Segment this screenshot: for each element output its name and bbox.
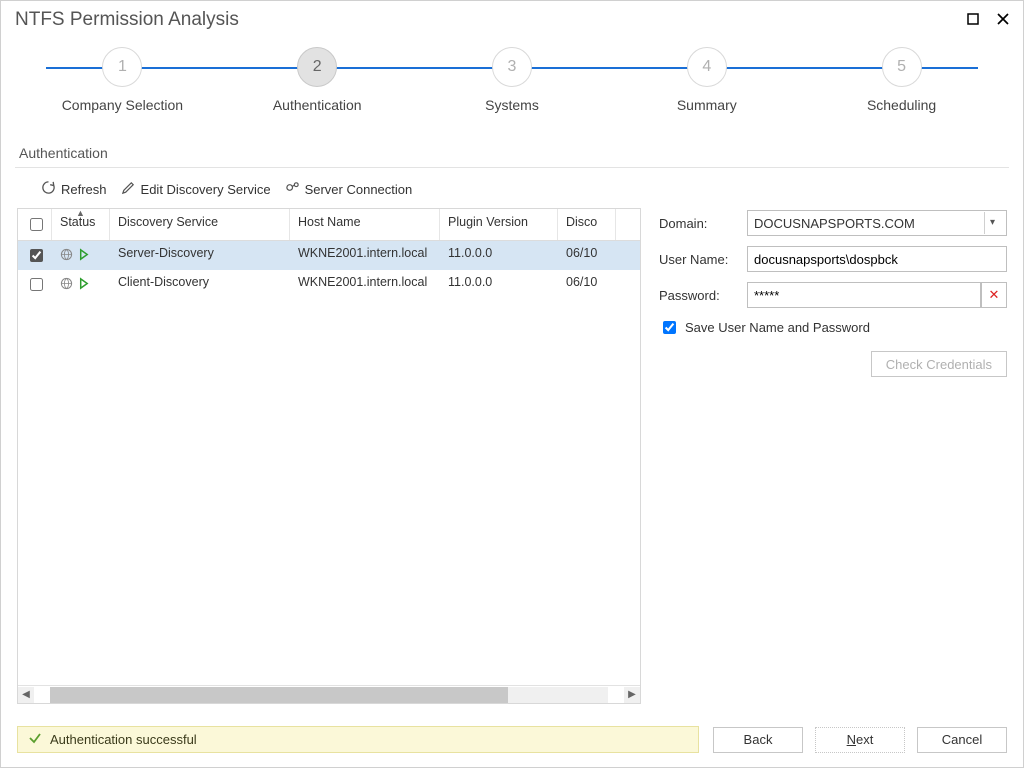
scroll-track[interactable]: [50, 687, 608, 703]
header-discovery-service[interactable]: Discovery Service: [110, 209, 290, 240]
cell-plugin-version: 11.0.0.0: [440, 270, 558, 299]
step-number: 4: [687, 47, 727, 87]
close-icon[interactable]: [993, 11, 1013, 30]
username-input[interactable]: [747, 246, 1007, 272]
wizard-nav-buttons: Back Next Cancel: [713, 727, 1007, 753]
username-label: User Name:: [659, 252, 737, 267]
header-plugin-version[interactable]: Plugin Version: [440, 209, 558, 240]
next-button[interactable]: Next: [815, 727, 905, 753]
horizontal-scrollbar[interactable]: ◀ ▶: [18, 685, 640, 703]
step-scheduling[interactable]: 5 Scheduling: [804, 47, 999, 113]
footer: Authentication successful Back Next Canc…: [1, 716, 1023, 767]
toolbar: Refresh Edit Discovery Service Server Co…: [1, 176, 1023, 202]
header-host-name[interactable]: Host Name: [290, 209, 440, 240]
row-status-cell: [52, 270, 110, 299]
cell-plugin-version: 11.0.0.0: [440, 241, 558, 270]
cell-host-name: WKNE2001.intern.local: [290, 270, 440, 299]
back-button[interactable]: Back: [713, 727, 803, 753]
server-connection-button[interactable]: Server Connection: [285, 180, 413, 198]
step-label: Company Selection: [62, 97, 183, 113]
step-number: 2: [297, 47, 337, 87]
section-title: Authentication: [19, 145, 1005, 161]
globe-icon: [60, 277, 73, 293]
scroll-thumb[interactable]: [50, 687, 508, 703]
status-text: Authentication successful: [50, 732, 197, 747]
credentials-form: Domain: DOCUSNAPSPORTS.COM ▾ User Name: …: [659, 208, 1007, 704]
step-authentication[interactable]: 2 Authentication: [220, 47, 415, 113]
step-number: 5: [882, 47, 922, 87]
x-icon: ✕: [989, 287, 1000, 303]
connection-icon: [285, 180, 300, 198]
domain-combobox[interactable]: DOCUSNAPSPORTS.COM ▾: [747, 210, 1007, 236]
table-row[interactable]: Server-Discovery WKNE2001.intern.local 1…: [18, 241, 640, 270]
play-icon: [77, 277, 90, 293]
header-status[interactable]: ▲Status: [52, 209, 110, 240]
refresh-icon: [41, 180, 56, 198]
titlebar-controls: [963, 11, 1013, 30]
cell-host-name: WKNE2001.intern.local: [290, 241, 440, 270]
check-credentials-button[interactable]: Check Credentials: [871, 351, 1007, 377]
step-number: 3: [492, 47, 532, 87]
table-row[interactable]: Client-Discovery WKNE2001.intern.local 1…: [18, 270, 640, 299]
step-label: Summary: [677, 97, 737, 113]
edit-discovery-button[interactable]: Edit Discovery Service: [121, 180, 271, 198]
section-divider: [15, 167, 1009, 168]
wizard-window: NTFS Permission Analysis 1 Company Selec…: [0, 0, 1024, 768]
cell-disco: 06/10: [558, 270, 616, 299]
scroll-left-button[interactable]: ◀: [18, 687, 34, 703]
scroll-right-button[interactable]: ▶: [624, 687, 640, 703]
password-input[interactable]: [747, 282, 981, 308]
server-connection-label: Server Connection: [305, 182, 413, 197]
refresh-button[interactable]: Refresh: [41, 180, 107, 198]
globe-icon: [60, 248, 73, 264]
row-status-cell: [52, 241, 110, 270]
pencil-icon: [121, 180, 136, 198]
table-header-row: ▲Status Discovery Service Host Name Plug…: [18, 209, 640, 241]
row-checkbox[interactable]: [30, 278, 43, 291]
check-icon: [28, 731, 42, 748]
play-icon: [77, 248, 90, 264]
refresh-label: Refresh: [61, 182, 107, 197]
chevron-down-icon[interactable]: ▾: [984, 212, 1000, 234]
domain-value: DOCUSNAPSPORTS.COM: [754, 216, 915, 231]
maximize-icon[interactable]: [963, 11, 983, 30]
clear-password-button[interactable]: ✕: [981, 282, 1007, 308]
cell-disco: 06/10: [558, 241, 616, 270]
domain-label: Domain:: [659, 216, 737, 231]
select-all-checkbox[interactable]: [30, 218, 43, 231]
wizard-stepper: 1 Company Selection 2 Authentication 3 S…: [1, 37, 1023, 127]
header-discovery-truncated[interactable]: Disco: [558, 209, 616, 240]
edit-discovery-label: Edit Discovery Service: [141, 182, 271, 197]
row-checkbox[interactable]: [30, 249, 43, 262]
step-company-selection[interactable]: 1 Company Selection: [25, 47, 220, 113]
window-title: NTFS Permission Analysis: [15, 9, 239, 31]
save-credentials-label: Save User Name and Password: [685, 320, 870, 335]
cell-discovery-service: Server-Discovery: [110, 241, 290, 270]
step-label: Authentication: [273, 97, 362, 113]
step-number: 1: [102, 47, 142, 87]
header-checkbox-cell: [18, 209, 52, 240]
cell-discovery-service: Client-Discovery: [110, 270, 290, 299]
save-credentials-checkbox[interactable]: [663, 321, 676, 334]
step-summary[interactable]: 4 Summary: [609, 47, 804, 113]
step-label: Scheduling: [867, 97, 936, 113]
cancel-button[interactable]: Cancel: [917, 727, 1007, 753]
discovery-services-table: ▲Status Discovery Service Host Name Plug…: [17, 208, 641, 704]
titlebar: NTFS Permission Analysis: [1, 1, 1023, 37]
status-bar: Authentication successful: [17, 726, 699, 753]
password-label: Password:: [659, 288, 737, 303]
step-label: Systems: [485, 97, 539, 113]
step-systems[interactable]: 3 Systems: [415, 47, 610, 113]
